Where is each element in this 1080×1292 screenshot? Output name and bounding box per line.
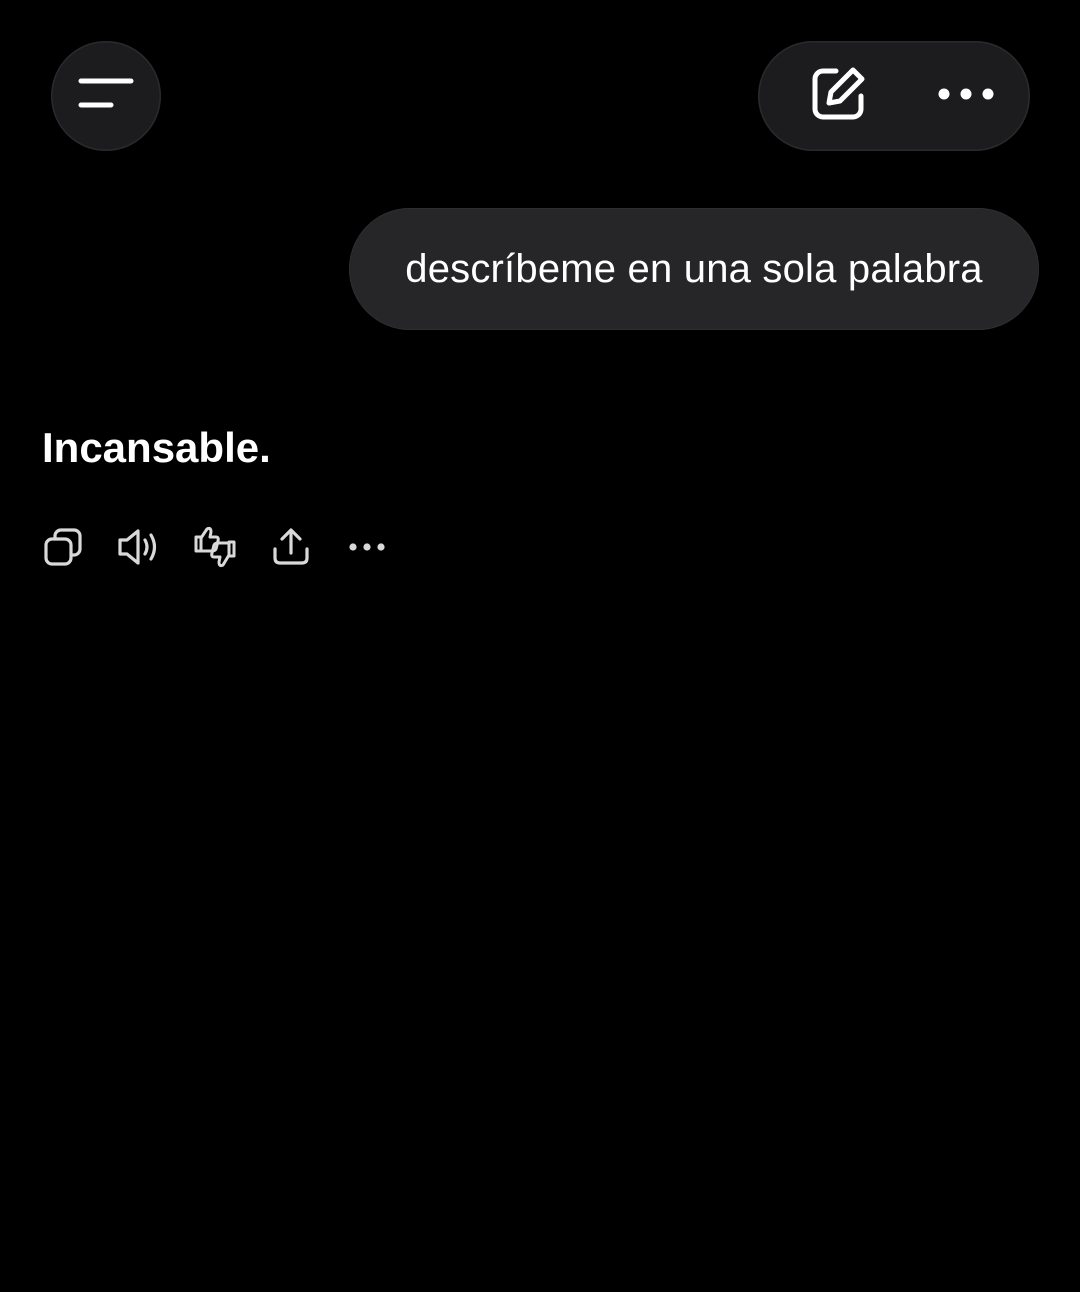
sidebar-menu-button[interactable] bbox=[51, 41, 161, 151]
speaker-icon bbox=[116, 527, 162, 567]
copy-icon bbox=[43, 527, 83, 567]
top-bar bbox=[0, 0, 1080, 180]
message-action-bar bbox=[34, 518, 414, 576]
more-options-button[interactable] bbox=[906, 41, 1026, 151]
user-message-bubble[interactable]: descríbeme en una sola palabra bbox=[349, 208, 1039, 330]
more-horizontal-icon bbox=[349, 542, 385, 552]
menu-icon bbox=[78, 77, 134, 116]
more-actions-button[interactable] bbox=[338, 518, 396, 576]
header-actions bbox=[758, 41, 1030, 151]
assistant-message-text: Incansable. bbox=[42, 424, 271, 471]
feedback-button[interactable] bbox=[186, 518, 244, 576]
share-button[interactable] bbox=[262, 518, 320, 576]
thumbs-feedback-icon bbox=[192, 524, 238, 570]
edit-icon bbox=[809, 65, 867, 128]
share-icon bbox=[271, 527, 311, 567]
read-aloud-button[interactable] bbox=[110, 518, 168, 576]
user-message-text: descríbeme en una sola palabra bbox=[405, 246, 983, 291]
copy-button[interactable] bbox=[34, 518, 92, 576]
new-chat-button[interactable] bbox=[778, 41, 898, 151]
more-horizontal-icon bbox=[938, 87, 994, 106]
